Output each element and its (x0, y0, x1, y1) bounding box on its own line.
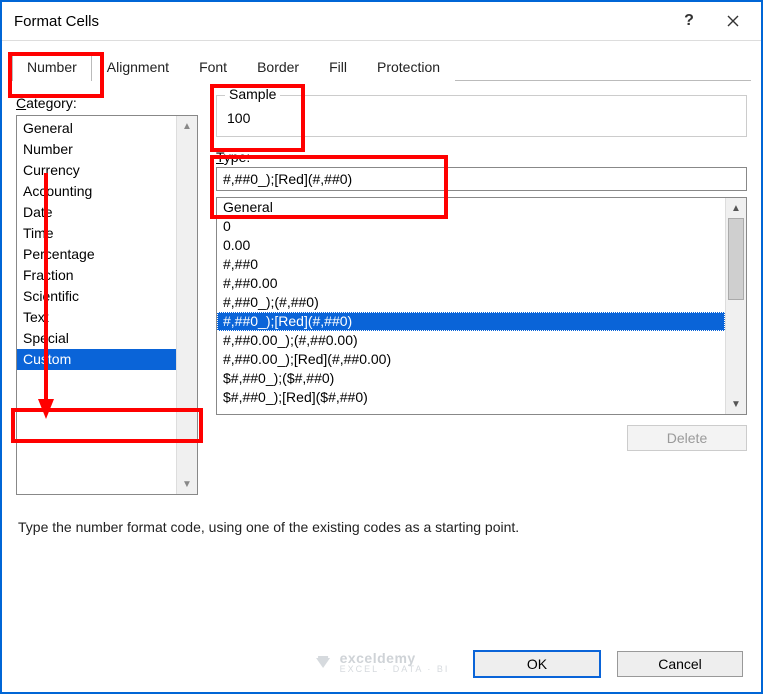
ok-button[interactable]: OK (473, 650, 601, 678)
tab-number[interactable]: Number (12, 52, 92, 81)
format-listbox[interactable]: General 0 0.00 #,##0 #,##0.00 #,##0_);(#… (216, 197, 747, 415)
format-item[interactable]: General (217, 198, 725, 217)
titlebar: Format Cells ? (2, 2, 761, 41)
format-cells-dialog: Format Cells ? Number Alignment Font Bor… (0, 0, 763, 694)
watermark-logo-icon (314, 654, 332, 672)
sample-value: 100 (227, 104, 736, 126)
scroll-up-icon[interactable]: ▲ (726, 198, 746, 218)
format-item[interactable]: 0.00 (217, 236, 725, 255)
dialog-title: Format Cells (14, 13, 667, 30)
hint-text: Type the number format code, using one o… (18, 519, 745, 535)
type-input[interactable] (216, 167, 747, 191)
format-item[interactable]: #,##0 (217, 255, 725, 274)
close-button[interactable] (711, 6, 755, 36)
format-item[interactable]: #,##0.00 (217, 274, 725, 293)
format-item[interactable]: 0 (217, 217, 725, 236)
format-item[interactable]: #,##0_);(#,##0) (217, 293, 725, 312)
watermark-tag: EXCEL · DATA · BI (340, 665, 450, 674)
category-item-accounting[interactable]: Accounting (17, 181, 177, 202)
scroll-up-icon[interactable]: ▲ (177, 116, 197, 136)
scroll-thumb[interactable] (728, 218, 744, 300)
scroll-track[interactable] (177, 136, 197, 474)
close-icon (727, 15, 739, 27)
tab-protection[interactable]: Protection (362, 52, 455, 81)
tab-alignment[interactable]: Alignment (92, 52, 184, 81)
category-item-date[interactable]: Date (17, 202, 177, 223)
scroll-down-icon[interactable]: ▼ (726, 394, 746, 414)
category-column: Category: General Number Currency Accoun… (16, 95, 198, 495)
format-details-column: Sample 100 Type: General 0 0.00 #,##0 #,… (216, 95, 747, 495)
tab-fill[interactable]: Fill (314, 52, 362, 81)
format-item[interactable]: $#,##0_);($#,##0) (217, 369, 725, 388)
help-button[interactable]: ? (667, 6, 711, 36)
dialog-footer: OK Cancel (473, 650, 743, 678)
sample-label: Sample (225, 86, 280, 102)
number-tab-panel: Category: General Number Currency Accoun… (2, 81, 761, 495)
tab-border[interactable]: Border (242, 52, 314, 81)
scroll-down-icon[interactable]: ▼ (177, 474, 197, 494)
format-scrollbar[interactable]: ▲ ▼ (725, 198, 746, 414)
cancel-button[interactable]: Cancel (617, 651, 743, 677)
category-item-custom[interactable]: Custom (17, 349, 177, 370)
tab-font[interactable]: Font (184, 52, 242, 81)
tab-strip: Number Alignment Font Border Fill Protec… (12, 51, 751, 81)
category-item-text[interactable]: Text (17, 307, 177, 328)
type-label: Type: (216, 149, 250, 165)
category-scrollbar[interactable]: ▲ ▼ (176, 116, 197, 494)
category-item-general[interactable]: General (17, 118, 177, 139)
category-label: Category: (16, 95, 77, 111)
category-item-currency[interactable]: Currency (17, 160, 177, 181)
sample-group: Sample 100 (216, 95, 747, 137)
format-item[interactable]: #,##0.00_);(#,##0.00) (217, 331, 725, 350)
watermark: exceldemy EXCEL · DATA · BI (314, 651, 450, 674)
format-item[interactable]: $#,##0_);[Red]($#,##0) (217, 388, 725, 407)
format-item-selected[interactable]: #,##0_);[Red](#,##0) (217, 312, 725, 331)
category-item-percentage[interactable]: Percentage (17, 244, 177, 265)
category-item-time[interactable]: Time (17, 223, 177, 244)
category-listbox[interactable]: General Number Currency Accounting Date … (16, 115, 198, 495)
watermark-name: exceldemy (340, 651, 450, 665)
format-item[interactable]: #,##0.00_);[Red](#,##0.00) (217, 350, 725, 369)
category-item-fraction[interactable]: Fraction (17, 265, 177, 286)
delete-button: Delete (627, 425, 747, 451)
category-item-special[interactable]: Special (17, 328, 177, 349)
category-item-number[interactable]: Number (17, 139, 177, 160)
category-item-scientific[interactable]: Scientific (17, 286, 177, 307)
scroll-track[interactable] (726, 218, 746, 394)
